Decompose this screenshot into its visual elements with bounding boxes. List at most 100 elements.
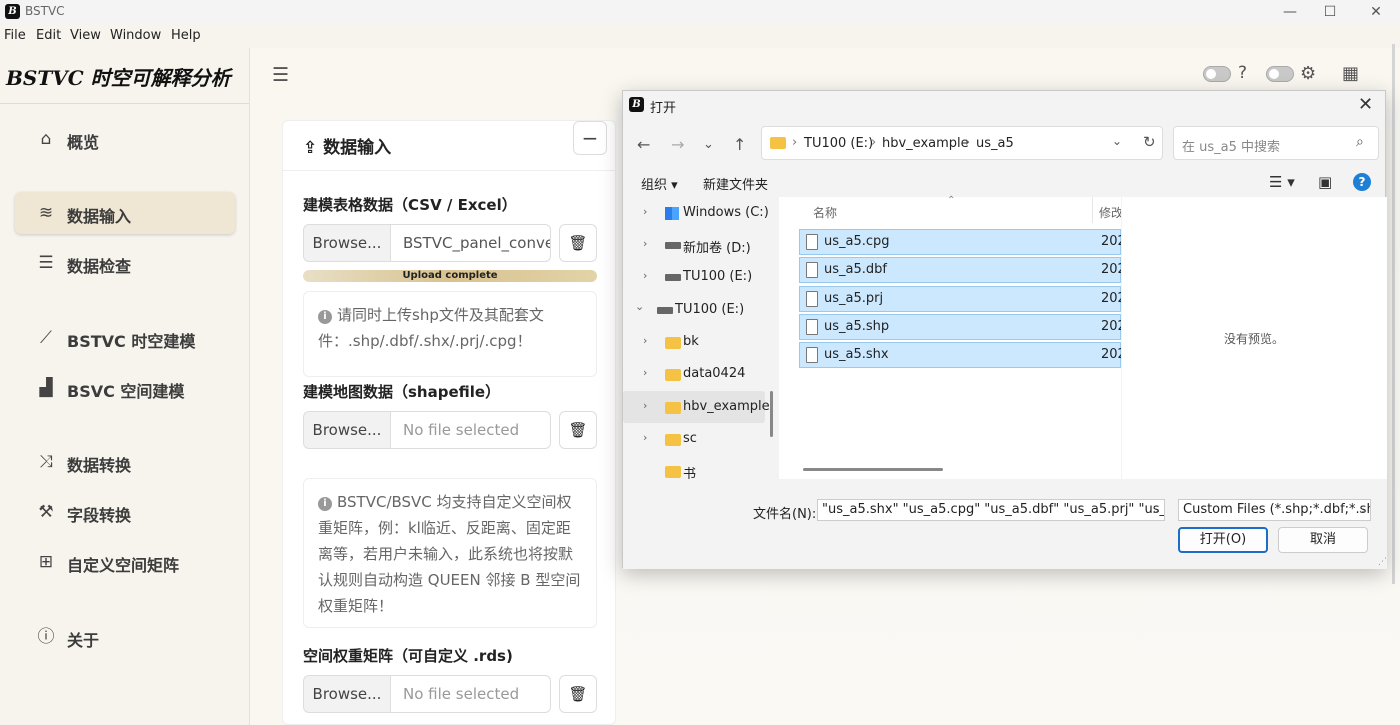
sidebar-item-data-check[interactable]: ☰ 数据检查 <box>15 242 235 284</box>
preview-pane-icon[interactable]: ▣ <box>1318 173 1332 191</box>
sidebar-item-about[interactable]: ⓘ 关于 <box>15 616 235 658</box>
close-window-icon[interactable]: ✕ <box>1356 0 1396 24</box>
breadcrumb-current[interactable]: us_a5 <box>976 136 1014 151</box>
app-scrollbar[interactable] <box>1392 44 1395 584</box>
horizontal-scrollbar[interactable] <box>803 468 943 471</box>
tree-item-windows-c[interactable]: › Windows (C:) <box>623 197 769 229</box>
refresh-icon[interactable]: ↻ <box>1143 133 1156 151</box>
help-icon[interactable]: ? <box>1238 63 1247 83</box>
tree-item-hbv-example[interactable]: › hbv_example <box>623 391 769 423</box>
note-text: BSTVC/BSVC 均支持自定义空间权重矩阵，例：kl临近、反距离、固定距离等… <box>318 493 581 615</box>
tree-item-e[interactable]: › TU100 (E:) <box>623 261 765 293</box>
chevron-right-icon[interactable]: › <box>643 205 647 218</box>
menu-edit[interactable]: Edit <box>36 28 61 43</box>
filename-input[interactable]: "us_a5.shx" "us_a5.cpg" "us_a5.dbf" "us_… <box>817 499 1165 521</box>
file-name-field-matrix[interactable]: No file selected <box>390 675 551 713</box>
minimize-icon[interactable]: — <box>1270 0 1310 24</box>
tree-item-e-expanded[interactable]: ⌄ TU100 (E:) <box>623 294 765 326</box>
chevron-right-icon[interactable]: › <box>643 431 647 444</box>
forward-arrow-icon[interactable]: → <box>671 135 684 154</box>
organize-menu[interactable]: 组织 ▾ <box>641 174 678 193</box>
chevron-right-icon[interactable]: › <box>643 269 647 282</box>
chevron-right-icon[interactable]: › <box>643 237 647 250</box>
sidebar-item-data-input[interactable]: ≋ 数据输入 <box>15 192 235 234</box>
info-icon: i <box>318 310 332 324</box>
file-row[interactable]: us_a5.shp 202 <box>799 314 1121 340</box>
tree-item-bk[interactable]: › bk <box>623 326 765 358</box>
cancel-button[interactable]: 取消 <box>1278 527 1368 553</box>
chevron-down-icon[interactable]: ⌄ <box>703 137 714 152</box>
trash-icon[interactable]: 🗑 <box>559 675 597 713</box>
list-check-icon: ☰ <box>38 253 54 273</box>
search-input[interactable]: 在 us_a5 中搜索 ⌕ <box>1173 126 1379 160</box>
file-name-field-shapefile[interactable]: No file selected <box>390 411 551 449</box>
file-name: us_a5.dbf <box>824 262 887 277</box>
view-options-icon[interactable]: ☰ ▾ <box>1269 173 1295 191</box>
tree-item-sc[interactable]: › sc <box>623 423 765 455</box>
file-icon <box>806 234 818 250</box>
chevron-down-icon[interactable]: ⌄ <box>1358 503 1366 519</box>
search-icon[interactable]: ⌕ <box>1356 134 1364 150</box>
collapse-button[interactable]: − <box>573 121 607 155</box>
chevron-down-icon[interactable]: ⌄ <box>1112 134 1122 148</box>
menu-window[interactable]: Window <box>110 28 161 43</box>
mode-toggle[interactable] <box>1266 66 1294 82</box>
chevron-down-icon[interactable]: ⌄ <box>1152 503 1160 519</box>
sidebar-item-bstvc-model[interactable]: ⟋ BSTVC 时空建模 <box>15 317 235 359</box>
file-name-field-table[interactable]: BSTVC_panel_conve <box>390 224 551 262</box>
info-icon: i <box>318 497 332 511</box>
maximize-icon[interactable]: ☐ <box>1310 0 1350 24</box>
sidebar-item-custom-matrix[interactable]: ⊞ 自定义空间矩阵 <box>15 541 235 583</box>
chevron-right-icon[interactable]: › <box>643 334 647 347</box>
folder-icon <box>665 434 681 446</box>
hamburger-menu-icon[interactable]: ☰ <box>272 64 289 86</box>
menu-view[interactable]: View <box>70 28 101 43</box>
tree-scrollbar[interactable] <box>770 391 773 437</box>
tree-item-book[interactable]: 书 <box>623 455 765 479</box>
sort-arrow-icon: ⌃ <box>947 195 956 206</box>
breadcrumb-drive[interactable]: TU100 (E:) <box>804 136 873 151</box>
column-header-name[interactable]: 名称 <box>813 204 837 221</box>
grid-icon[interactable]: ▦ <box>1342 63 1359 84</box>
trash-icon[interactable]: 🗑 <box>559 224 597 262</box>
chevron-right-icon[interactable]: › <box>643 366 647 379</box>
trash-icon[interactable]: 🗑 <box>559 411 597 449</box>
theme-toggle[interactable] <box>1203 66 1231 82</box>
sidebar-item-overview[interactable]: ⌂ 概览 <box>15 118 235 160</box>
file-date: 202 <box>1101 319 1121 334</box>
browse-button-matrix[interactable]: Browse... <box>303 675 391 713</box>
browse-button-shapefile[interactable]: Browse... <box>303 411 391 449</box>
column-divider[interactable] <box>1092 197 1093 223</box>
help-icon[interactable]: ? <box>1353 173 1371 191</box>
resize-grip-icon[interactable]: ⋰ <box>1378 557 1387 567</box>
back-arrow-icon[interactable]: ← <box>637 135 650 154</box>
menu-file[interactable]: File <box>4 28 26 43</box>
tree-item-d[interactable]: › 新加卷 (D:) <box>623 229 765 261</box>
sidebar-item-label: BSVC 空间建模 <box>67 382 185 401</box>
filetype-select[interactable]: Custom Files (*.shp;*.dbf;*.shx ⌄ <box>1178 499 1371 521</box>
close-icon[interactable]: ✕ <box>1358 94 1373 115</box>
gear-icon[interactable]: ⚙ <box>1300 63 1316 84</box>
chevron-right-icon[interactable]: › <box>643 399 647 412</box>
file-name: us_a5.cpg <box>824 234 890 249</box>
file-row[interactable]: us_a5.prj 202 <box>799 286 1121 312</box>
sidebar-item-bsvc-model[interactable]: ▟ BSVC 空间建模 <box>15 367 235 409</box>
address-bar[interactable]: › TU100 (E:) › hbv_example › us_a5 ⌄ <box>761 126 1163 160</box>
database-icon: ≋ <box>38 203 54 223</box>
menu-help[interactable]: Help <box>171 28 201 43</box>
breadcrumb-folder[interactable]: hbv_example <box>882 136 969 151</box>
file-row[interactable]: us_a5.cpg 202 <box>799 229 1121 255</box>
matrix-icon: ⊞ <box>38 552 54 572</box>
column-header-modified[interactable]: 修改 <box>1099 204 1121 221</box>
chevron-down-icon[interactable]: ⌄ <box>635 300 644 313</box>
app-titlebar: B BSTVC — ☐ ✕ <box>0 0 1400 24</box>
open-button[interactable]: 打开(O) <box>1178 527 1268 553</box>
browse-button-table[interactable]: Browse... <box>303 224 391 262</box>
new-folder-button[interactable]: 新建文件夹 <box>703 174 768 193</box>
sidebar-item-data-transform[interactable]: ⤨ 数据转换 <box>15 441 235 483</box>
file-row[interactable]: us_a5.shx 202 <box>799 342 1121 368</box>
up-arrow-icon[interactable]: ↑ <box>733 135 746 154</box>
tree-item-data0424[interactable]: › data0424 <box>623 358 765 390</box>
sidebar-item-field-transform[interactable]: ⚒ 字段转换 <box>15 491 235 533</box>
file-row[interactable]: us_a5.dbf 202 <box>799 257 1121 283</box>
